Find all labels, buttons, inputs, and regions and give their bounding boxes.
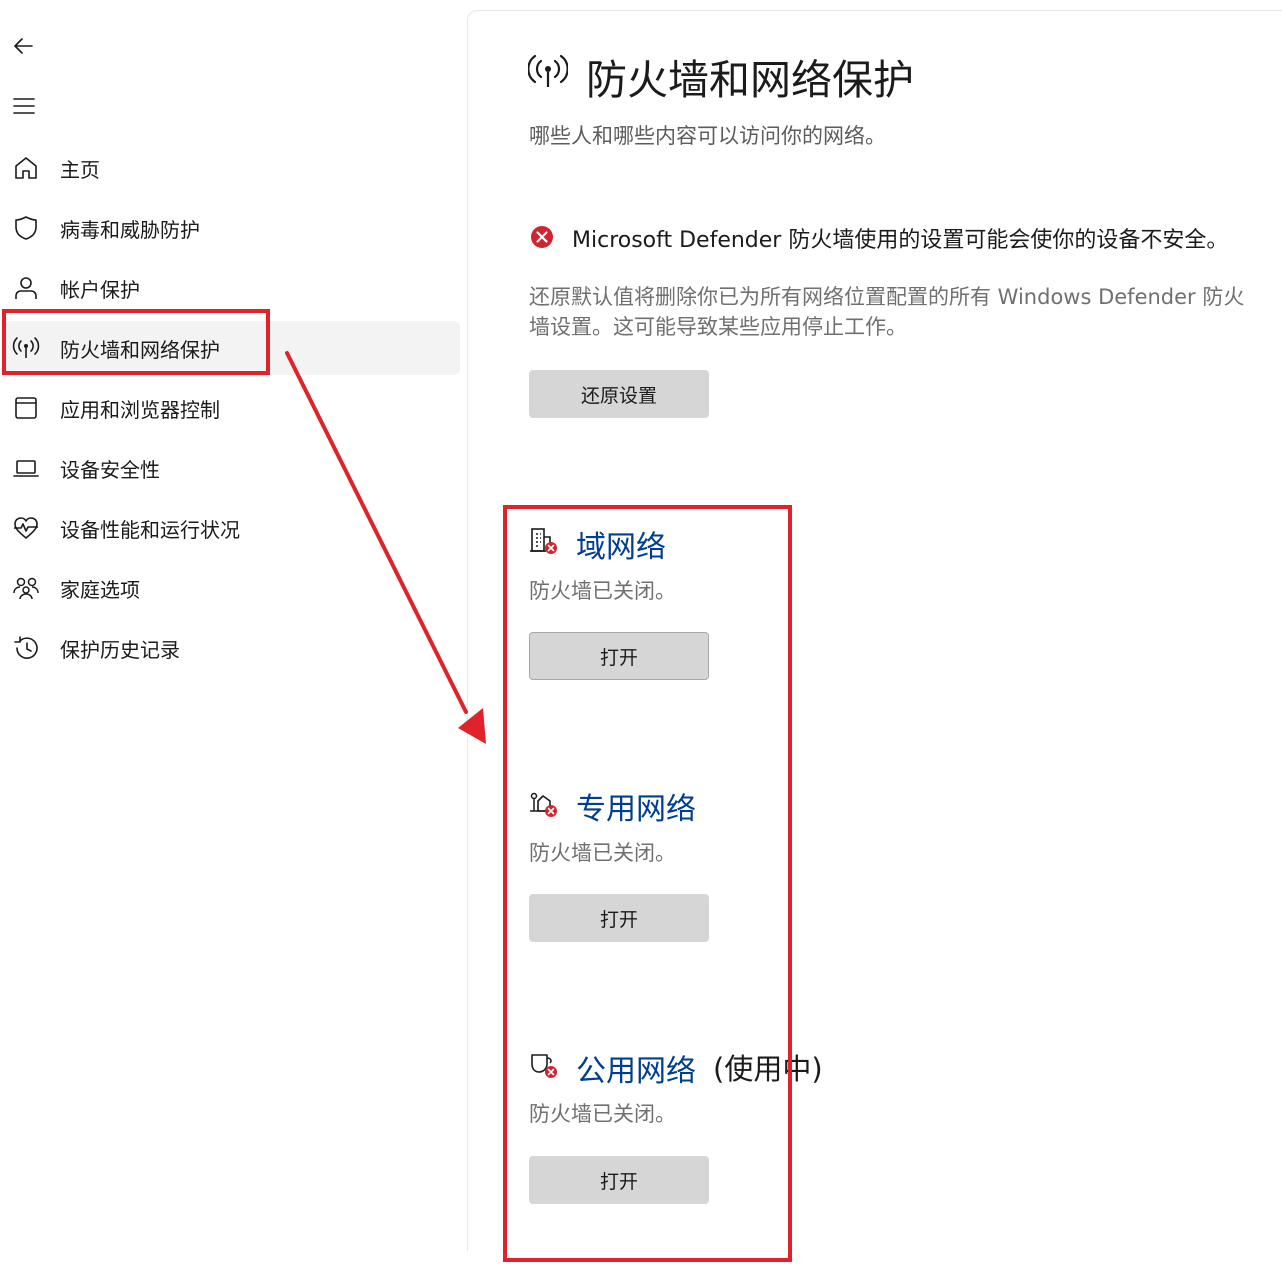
- sidebar-item-device-performance[interactable]: 设备性能和运行状况: [4, 501, 460, 555]
- menu-button[interactable]: [8, 90, 40, 122]
- sidebar-item-virus-protection[interactable]: 病毒和威胁防护: [4, 201, 460, 255]
- hamburger-icon: [13, 98, 35, 114]
- annotation-box-networks: [503, 505, 792, 1262]
- page-subtitle: 哪些人和哪些内容可以访问你的网络。: [529, 124, 886, 148]
- sidebar-item-label: 设备安全性: [60, 457, 160, 482]
- sidebar-item-family-options[interactable]: 家庭选项: [4, 561, 460, 615]
- sidebar-item-account-protection[interactable]: 帐户保护: [4, 261, 460, 315]
- page-title: 防火墙和网络保护: [586, 56, 914, 104]
- sidebar-item-app-browser-control[interactable]: 应用和浏览器控制: [4, 381, 460, 435]
- error-circle-icon: [531, 226, 553, 248]
- sidebar-item-label: 主页: [60, 157, 100, 182]
- family-icon: [6, 573, 46, 603]
- sidebar-item-label: 应用和浏览器控制: [60, 397, 220, 422]
- warning-text: Microsoft Defender 防火墙使用的设置可能会使你的设备不安全。: [572, 228, 1229, 253]
- sidebar-item-home[interactable]: 主页: [4, 141, 460, 195]
- wireless-antenna-icon: [528, 54, 568, 87]
- person-icon: [6, 273, 46, 303]
- restore-description: 还原默认值将删除你已为所有网络位置配置的所有 Windows Defender …: [529, 285, 1245, 339]
- sidebar-item-protection-history[interactable]: 保护历史记录: [4, 621, 460, 675]
- laptop-icon: [6, 453, 46, 483]
- sidebar-item-label: 设备性能和运行状况: [60, 517, 240, 542]
- sidebar-item-label: 病毒和威胁防护: [60, 217, 200, 242]
- home-icon: [6, 153, 46, 183]
- arrow-left-icon: [14, 38, 33, 54]
- sidebar-item-label: 保护历史记录: [60, 637, 180, 662]
- annotation-box-sidebar: [2, 309, 270, 375]
- restore-settings-button[interactable]: 还原设置: [529, 370, 709, 418]
- heart-pulse-icon: [6, 513, 46, 543]
- app-window-icon: [6, 393, 46, 423]
- history-icon: [6, 633, 46, 663]
- back-button[interactable]: [8, 30, 40, 62]
- sidebar-item-device-security[interactable]: 设备安全性: [4, 441, 460, 495]
- shield-icon: [6, 213, 46, 243]
- sidebar-item-label: 帐户保护: [60, 277, 140, 302]
- sidebar-item-label: 家庭选项: [60, 577, 140, 602]
